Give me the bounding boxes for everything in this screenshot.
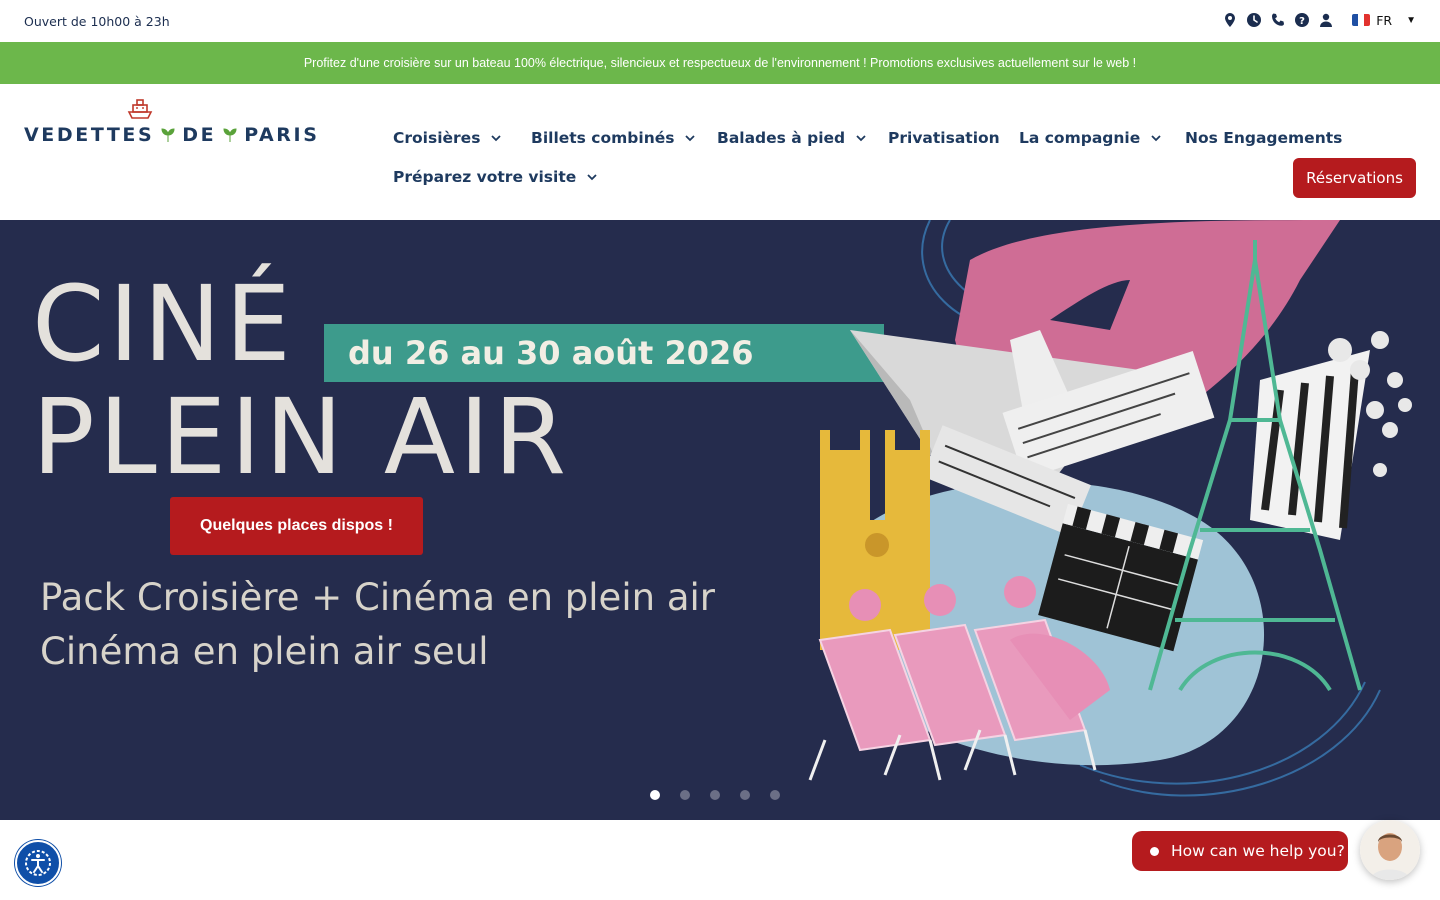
accessibility-button[interactable] [15,840,61,886]
hero-subtitle-pack[interactable]: Pack Croisière + Cinéma en plein air [40,576,715,619]
language-selector[interactable]: FR ▼ [1352,13,1416,28]
agent-avatar-icon [1360,820,1420,880]
chevron-down-icon [491,135,502,142]
nav-item-la-compagnie[interactable]: La compagnie [1019,129,1162,147]
promo-banner: Profitez d'une croisière sur un bateau 1… [0,42,1440,84]
hero-collage-illustration [808,220,1412,797]
chat-agent-avatar[interactable] [1360,820,1420,880]
nav-item-label: Nos Engagements [1185,129,1343,147]
hero-title-line2: PLEIN AIR [32,376,570,498]
nav-item-croisieres[interactable]: Croisières [393,129,502,147]
logo-word-de: DE [182,124,217,146]
logo[interactable]: VEDETTES DE PARIS [24,98,317,158]
nav-item-billets-combines[interactable]: Billets combinés [531,129,696,147]
chevron-down-icon [587,174,597,181]
chevron-down-icon [856,135,866,142]
clock-icon[interactable] [1246,12,1262,28]
nav-item-nos-engagements[interactable]: Nos Engagements [1185,129,1342,147]
leaf-icon [161,128,175,142]
nav-item-preparez-votre-visite[interactable]: Préparez votre visite [393,168,598,186]
nav-item-balades-a-pied[interactable]: Balades à pied [717,129,867,147]
carousel-dot-3[interactable] [710,790,720,800]
nav-item-label: Préparez votre visite [393,168,577,186]
chevron-down-icon [685,135,696,142]
utility-icons: ? FR ▼ [1222,12,1416,28]
hero-carousel[interactable]: CINÉ du 26 au 30 août 2026 PLEIN AIR Que… [0,220,1440,820]
online-status-dot [1150,846,1159,856]
caret-down-icon: ▼ [1406,14,1416,26]
france-flag-icon [1352,14,1371,26]
phone-icon[interactable] [1270,12,1286,28]
boat-icon [127,99,153,119]
carousel-dot-2[interactable] [680,790,690,800]
help-icon[interactable]: ? [1294,12,1310,28]
chevron-down-icon [1151,135,1161,142]
places-available-button[interactable]: Quelques places dispos ! [170,497,423,555]
location-icon[interactable] [1222,12,1238,28]
chat-prompt-text: How can we help you? [1171,842,1345,860]
carousel-dot-1[interactable] [650,790,660,800]
hero-title-line1: CINÉ [32,263,295,385]
logo-word-paris: PARIS [244,124,320,146]
logo-wordmark: VEDETTES DE PARIS [24,124,320,146]
nav-item-label: Balades à pied [717,129,846,147]
logo-word-vedettes: VEDETTES [24,124,155,146]
nav-item-label: Croisières [393,129,481,147]
site-header: VEDETTES DE PARIS Croisières Billets com… [0,84,1440,220]
reservations-button[interactable]: Réservations [1293,158,1416,198]
accessibility-icon [25,850,51,876]
carousel-dot-5[interactable] [770,790,780,800]
nav-item-label: Privatisation [888,129,1000,147]
chat-prompt-bubble[interactable]: How can we help you? [1132,831,1348,871]
carousel-indicators [650,790,780,800]
language-label: FR [1376,12,1393,28]
nav-item-label: La compagnie [1019,129,1141,147]
nav-item-label: Billets combinés [531,129,675,147]
svg-text:?: ? [1299,16,1305,27]
nav-item-privatisation[interactable]: Privatisation [888,129,1000,147]
top-utility-bar: Ouvert de 10h00 à 23h ? FR ▼ [0,0,1440,42]
leaf-icon [223,128,237,142]
carousel-dot-4[interactable] [740,790,750,800]
user-icon[interactable] [1318,12,1334,28]
promo-text: Profitez d'une croisière sur un bateau 1… [303,56,1137,70]
opening-hours: Ouvert de 10h00 à 23h [24,14,170,29]
hero-subtitle-cinema-only[interactable]: Cinéma en plein air seul [40,630,489,673]
event-dates: du 26 au 30 août 2026 [348,334,754,372]
